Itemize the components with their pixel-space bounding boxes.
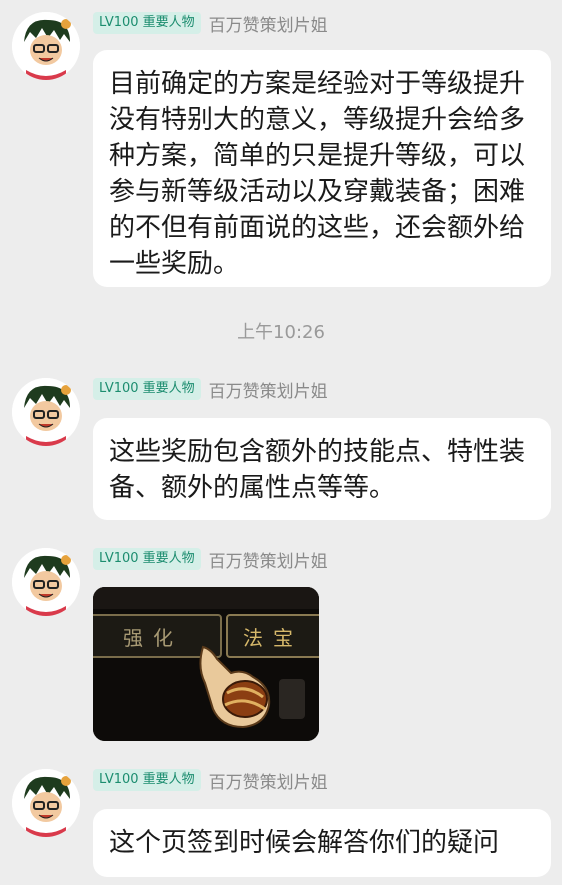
sender-avatar[interactable] [12,12,80,80]
sender-name[interactable]: 百万赞策划片姐 [209,11,328,36]
level-badge: LV100 重要人物 [93,769,201,791]
level-badge: LV100 重要人物 [93,12,201,34]
message-bubble[interactable]: 目前确定的方案是经验对于等级提升没有特别大的意义，等级提升会给多种方案，简单的只… [93,50,551,287]
message-timestamp: 上午10:26 [237,322,325,343]
sender-name[interactable]: 百万赞策划片姐 [209,377,328,402]
sender-avatar[interactable] [12,378,80,446]
enhance-tab-label: 强化 [123,626,183,650]
treasure-tab-label: 法宝 [243,626,303,650]
sender-name[interactable]: 百万赞策划片姐 [209,768,328,793]
level-badge: LV100 重要人物 [93,548,201,570]
level-badge: LV100 重要人物 [93,378,201,400]
sender-avatar[interactable] [12,769,80,837]
sender-avatar[interactable] [12,548,80,616]
sender-name[interactable]: 百万赞策划片姐 [209,547,328,572]
message-bubble[interactable]: 这些奖励包含额外的技能点、特性装备、额外的属性点等等。 [93,418,551,520]
message-bubble[interactable]: 这个页签到时候会解答你们的疑问 [93,809,551,877]
image-message[interactable]: 强化 法宝 [93,587,319,741]
